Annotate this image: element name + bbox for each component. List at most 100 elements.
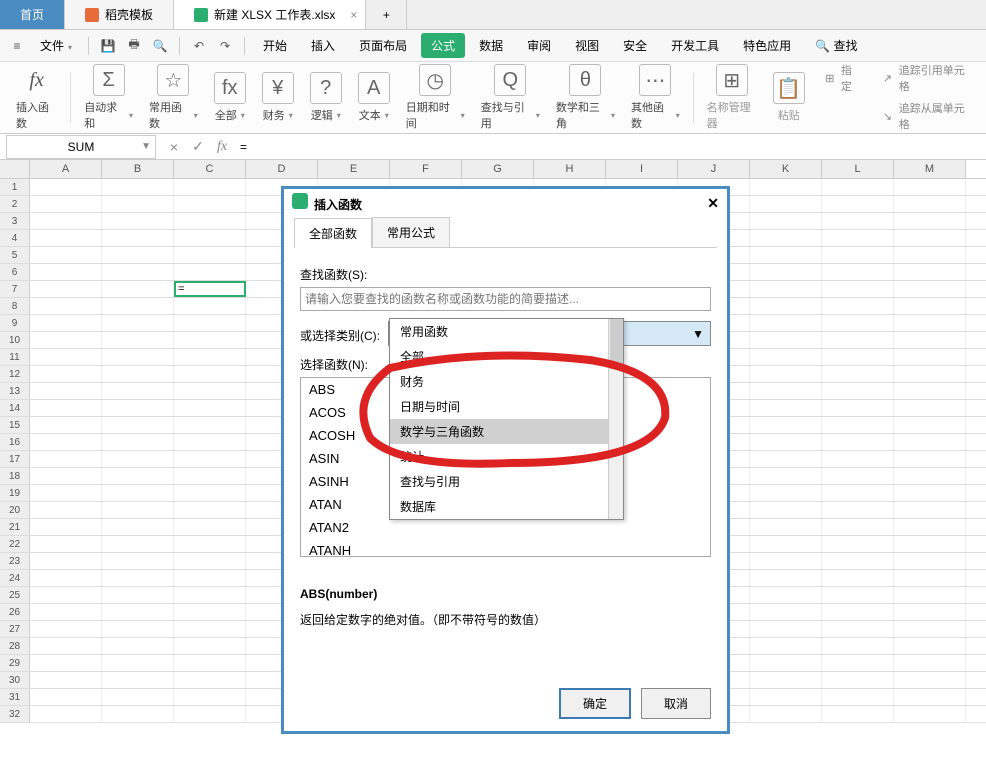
cell[interactable]: [30, 179, 102, 195]
select-all-corner[interactable]: [0, 160, 30, 178]
save-icon[interactable]: 💾: [97, 35, 119, 57]
cell[interactable]: [750, 638, 822, 654]
cell[interactable]: [822, 638, 894, 654]
row-header[interactable]: 13: [0, 383, 30, 399]
row-header[interactable]: 27: [0, 621, 30, 637]
cell[interactable]: [174, 672, 246, 688]
cell[interactable]: [30, 570, 102, 586]
cell[interactable]: [102, 213, 174, 229]
cell[interactable]: [102, 332, 174, 348]
cell[interactable]: [30, 689, 102, 705]
cell[interactable]: [102, 655, 174, 671]
cell[interactable]: [30, 672, 102, 688]
row-header[interactable]: 28: [0, 638, 30, 654]
cell[interactable]: [750, 502, 822, 518]
ribbon-autosum[interactable]: Σ 自动求和: [76, 60, 141, 135]
row-header[interactable]: 19: [0, 485, 30, 501]
row-header[interactable]: 26: [0, 604, 30, 620]
cell[interactable]: [174, 706, 246, 722]
cell[interactable]: [822, 366, 894, 382]
row-header[interactable]: 12: [0, 366, 30, 382]
ok-button[interactable]: 确定: [559, 688, 631, 719]
cell[interactable]: [750, 621, 822, 637]
cell[interactable]: [174, 451, 246, 467]
col-header[interactable]: C: [174, 160, 246, 178]
cell[interactable]: [30, 604, 102, 620]
cell[interactable]: [30, 332, 102, 348]
fx-button[interactable]: fx: [210, 139, 234, 155]
cell[interactable]: [894, 553, 966, 569]
cell[interactable]: [750, 468, 822, 484]
cell[interactable]: [174, 196, 246, 212]
cell[interactable]: [102, 196, 174, 212]
row-header[interactable]: 17: [0, 451, 30, 467]
row-header[interactable]: 5: [0, 247, 30, 263]
cell[interactable]: [750, 587, 822, 603]
col-header[interactable]: B: [102, 160, 174, 178]
cell[interactable]: [102, 536, 174, 552]
dropdown-item[interactable]: 数据库: [390, 494, 623, 519]
ribbon-math[interactable]: θ 数学和三角: [548, 60, 623, 135]
cell[interactable]: [894, 587, 966, 603]
cell[interactable]: [30, 349, 102, 365]
cell[interactable]: [174, 213, 246, 229]
cell[interactable]: [174, 247, 246, 263]
cell[interactable]: [30, 400, 102, 416]
dropdown-item[interactable]: 数学与三角函数: [390, 419, 623, 444]
row-header[interactable]: 11: [0, 349, 30, 365]
cell[interactable]: =: [174, 281, 246, 297]
col-header[interactable]: G: [462, 160, 534, 178]
cell[interactable]: [30, 502, 102, 518]
row-header[interactable]: 32: [0, 706, 30, 722]
cell[interactable]: [102, 349, 174, 365]
cell[interactable]: [822, 349, 894, 365]
cell[interactable]: [894, 332, 966, 348]
cell[interactable]: [894, 417, 966, 433]
row-header[interactable]: 14: [0, 400, 30, 416]
cell[interactable]: [102, 553, 174, 569]
row-header[interactable]: 3: [0, 213, 30, 229]
cell[interactable]: [174, 417, 246, 433]
cell[interactable]: [30, 383, 102, 399]
cell[interactable]: [102, 417, 174, 433]
cell[interactable]: [102, 604, 174, 620]
cell[interactable]: [102, 230, 174, 246]
cell[interactable]: [30, 451, 102, 467]
cell[interactable]: [894, 179, 966, 195]
row-header[interactable]: 30: [0, 672, 30, 688]
ribbon-trace-prec[interactable]: ↗追踪引用单元格: [876, 60, 972, 96]
cell[interactable]: [750, 264, 822, 280]
formula-confirm[interactable]: ✓: [186, 138, 210, 155]
cell[interactable]: [30, 587, 102, 603]
cell[interactable]: [102, 383, 174, 399]
cell[interactable]: [822, 485, 894, 501]
row-header[interactable]: 29: [0, 655, 30, 671]
cell[interactable]: [30, 553, 102, 569]
col-header[interactable]: H: [534, 160, 606, 178]
cell[interactable]: [30, 366, 102, 382]
row-header[interactable]: 15: [0, 417, 30, 433]
redo-icon[interactable]: ↷: [214, 35, 236, 57]
cell[interactable]: [750, 230, 822, 246]
dropdown-item[interactable]: 常用函数: [390, 319, 623, 344]
cell[interactable]: [894, 383, 966, 399]
dropdown-item[interactable]: 财务: [390, 369, 623, 394]
cell[interactable]: [102, 485, 174, 501]
cell[interactable]: [822, 519, 894, 535]
cell[interactable]: [102, 502, 174, 518]
cell[interactable]: [822, 689, 894, 705]
cell[interactable]: [822, 179, 894, 195]
cell[interactable]: [894, 349, 966, 365]
cell[interactable]: [102, 587, 174, 603]
cell[interactable]: [174, 264, 246, 280]
cell[interactable]: [822, 502, 894, 518]
cell[interactable]: [174, 587, 246, 603]
cell[interactable]: [30, 247, 102, 263]
cell[interactable]: [102, 281, 174, 297]
row-header[interactable]: 23: [0, 553, 30, 569]
cell[interactable]: [30, 213, 102, 229]
cell[interactable]: [102, 264, 174, 280]
cell[interactable]: [822, 417, 894, 433]
cell[interactable]: [750, 417, 822, 433]
col-header[interactable]: L: [822, 160, 894, 178]
